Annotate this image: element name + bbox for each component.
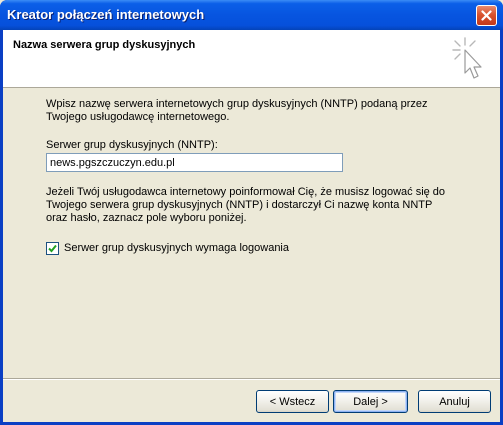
nntp-server-input[interactable] [46, 153, 343, 172]
title-bar[interactable]: Kreator połączeń internetowych [0, 0, 503, 30]
login-info-text: Jeżeli Twój usługodawca internetowy poin… [46, 186, 446, 224]
wizard-header: Nazwa serwera grup dyskusyjnych [3, 30, 500, 88]
wizard-window: Kreator połączeń internetowych Nazwa ser… [0, 0, 503, 425]
cancel-button[interactable]: Anuluj [418, 390, 491, 413]
back-button[interactable]: < Wstecz [256, 390, 329, 413]
intro-text: Wpisz nazwę serwera internetowych grup d… [46, 98, 428, 123]
window-title: Kreator połączeń internetowych [7, 7, 205, 22]
next-button[interactable]: Dalej > [333, 390, 408, 413]
dialog-body: Nazwa serwera grup dyskusyjnych Wpisz na… [3, 30, 500, 422]
login-required-checkbox[interactable] [46, 242, 59, 255]
close-icon [481, 10, 492, 21]
check-mark-icon [48, 244, 57, 253]
login-required-label[interactable]: Serwer grup dyskusyjnych wymaga logowani… [64, 242, 289, 255]
login-required-option[interactable]: Serwer grup dyskusyjnych wymaga logowani… [46, 242, 289, 255]
wizard-sparkle-cursor-icon [452, 37, 482, 79]
page-title: Nazwa serwera grup dyskusyjnych [13, 39, 196, 51]
button-separator [3, 378, 500, 380]
server-label: Serwer grup dyskusyjnych (NNTP): [46, 139, 218, 151]
close-button[interactable] [476, 5, 497, 26]
